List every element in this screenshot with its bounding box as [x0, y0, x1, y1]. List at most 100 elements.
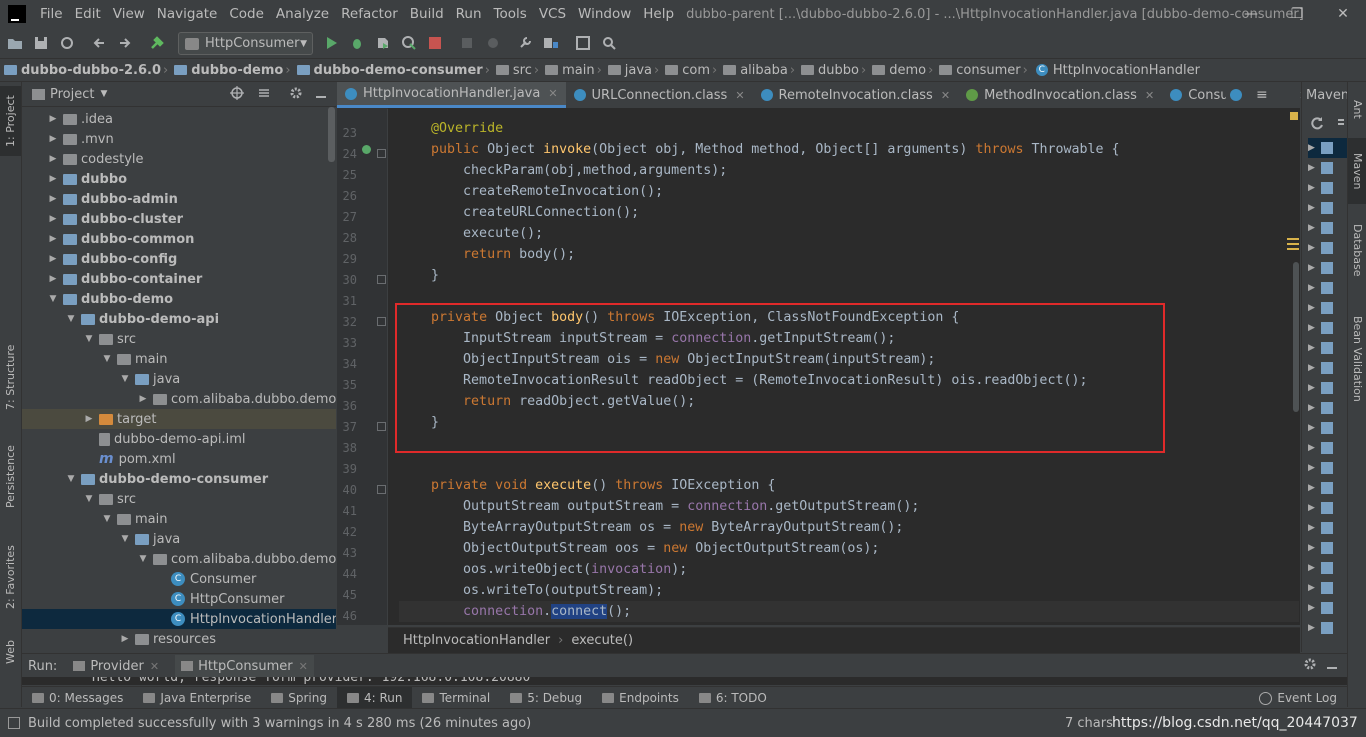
maven-tree-row[interactable]: ▶: [1308, 418, 1333, 438]
chevron-right-icon[interactable]: ▶: [48, 154, 58, 164]
back-icon[interactable]: [90, 34, 108, 52]
chevron-right-icon[interactable]: ▶: [1308, 383, 1315, 393]
editor-tab[interactable]: RemoteInvocation.class ✕: [753, 82, 959, 108]
wrench-settings-icon[interactable]: [516, 34, 534, 52]
fold-marker-icon[interactable]: [377, 485, 386, 494]
search-icon[interactable]: [600, 34, 618, 52]
chevron-right-icon[interactable]: ▶: [1308, 543, 1315, 553]
menu-item-edit[interactable]: Edit: [69, 6, 107, 22]
maven-tree-row[interactable]: ▶: [1308, 558, 1333, 578]
tool-tab-ant[interactable]: Ant: [1348, 86, 1366, 132]
tree-row[interactable]: ▼ main: [22, 349, 336, 369]
maven-tree-row[interactable]: ▶: [1308, 598, 1333, 618]
menu-item-navigate[interactable]: Navigate: [151, 6, 224, 22]
menu-item-tools[interactable]: Tools: [488, 6, 533, 22]
breadcrumb-item[interactable]: demo ›: [868, 63, 935, 78]
close-icon[interactable]: ✕: [150, 660, 159, 673]
tree-row[interactable]: ▼ src: [22, 489, 336, 509]
tree-row[interactable]: ▶ dubbo-config: [22, 249, 336, 269]
maven-tree-row[interactable]: ▶: [1308, 438, 1333, 458]
tree-scrollbar[interactable]: [328, 107, 335, 162]
maven-tree-row[interactable]: ▶: [1308, 498, 1333, 518]
close-icon[interactable]: ✕: [548, 87, 557, 100]
bottom-tab[interactable]: 0: Messages: [22, 687, 133, 709]
tree-row[interactable]: m pom.xml: [22, 449, 336, 469]
debug-icon[interactable]: [348, 34, 366, 52]
tool-tab-bean-validation[interactable]: Bean Validation: [1348, 304, 1366, 414]
tree-row[interactable]: ▼ main: [22, 509, 336, 529]
breadcrumb-item[interactable]: dubbo-demo ›: [170, 63, 292, 78]
tree-row[interactable]: ▼ dubbo-demo-api: [22, 309, 336, 329]
maven-tree-row[interactable]: ▶: [1308, 478, 1333, 498]
gear-icon[interactable]: [289, 86, 303, 104]
breadcrumb-item[interactable]: main ›: [541, 63, 604, 78]
chevron-down-icon[interactable]: ▼: [66, 314, 76, 324]
bottom-tab[interactable]: 6: TODO: [689, 687, 777, 709]
tree-row[interactable]: ▼ java: [22, 369, 336, 389]
tree-row[interactable]: ▼ com.alibaba.dubbo.demo.co: [22, 549, 336, 569]
fold-marker-icon[interactable]: [377, 149, 386, 158]
run-icon[interactable]: [322, 34, 340, 52]
tree-row[interactable]: ▶ codestyle: [22, 149, 336, 169]
chevron-right-icon[interactable]: ▶: [1308, 343, 1315, 353]
tree-row[interactable]: ▼ dubbo-demo: [22, 289, 336, 309]
tree-row[interactable]: ▶ target: [22, 409, 336, 429]
chevron-right-icon[interactable]: ▶: [1308, 263, 1315, 273]
save-all-icon[interactable]: [32, 34, 50, 52]
chevron-down-icon[interactable]: ▼: [120, 534, 130, 544]
stop-icon[interactable]: [426, 34, 444, 52]
editor-tab[interactable]: MethodInvocation.class ✕: [958, 82, 1162, 108]
tool-tab-persistence[interactable]: Persistence: [0, 432, 21, 522]
tree-row[interactable]: ▼ src: [22, 329, 336, 349]
bottom-tab[interactable]: Java Enterprise: [133, 687, 261, 709]
chevron-down-icon[interactable]: ▼: [66, 474, 76, 484]
bottom-tab[interactable]: Terminal: [412, 687, 500, 709]
chevron-right-icon[interactable]: ▶: [1308, 463, 1315, 473]
menu-item-vcs[interactable]: VCS: [533, 6, 572, 22]
maven-tree-row[interactable]: ▶: [1308, 218, 1333, 238]
fold-marker-icon[interactable]: [377, 275, 386, 284]
chevron-right-icon[interactable]: ▶: [1308, 143, 1315, 153]
close-button[interactable]: ✕: [1320, 0, 1366, 28]
maven-tree-row[interactable]: ▶: [1308, 338, 1333, 358]
fold-marker-icon[interactable]: [377, 422, 386, 431]
project-structure-icon[interactable]: [542, 34, 560, 52]
profile-icon[interactable]: [400, 34, 418, 52]
chevron-down-icon[interactable]: ▼: [84, 494, 94, 504]
chevron-right-icon[interactable]: ▶: [1308, 403, 1315, 413]
attach-debugger-icon[interactable]: [458, 34, 476, 52]
chevron-right-icon[interactable]: ▶: [1308, 323, 1315, 333]
editor-scrollbar[interactable]: [1293, 262, 1299, 412]
coverage-icon[interactable]: [374, 34, 392, 52]
chevron-right-icon[interactable]: ▶: [84, 414, 94, 424]
tool-tab-maven[interactable]: Maven: [1348, 138, 1366, 204]
hide-panel-icon[interactable]: [1325, 657, 1339, 675]
maven-tree-row[interactable]: ▶: [1308, 398, 1333, 418]
maven-tree-row[interactable]: ▶: [1308, 198, 1333, 218]
gear-icon[interactable]: [1303, 657, 1317, 675]
menu-item-build[interactable]: Build: [404, 6, 450, 22]
chevron-right-icon[interactable]: ▶: [1308, 223, 1315, 233]
close-icon[interactable]: ✕: [941, 89, 950, 102]
maven-tree-row[interactable]: ▶: [1308, 278, 1333, 298]
bottom-tab[interactable]: 4: Run: [336, 687, 413, 709]
maven-tree-row[interactable]: ▶: [1308, 518, 1333, 538]
editor-crumb-class[interactable]: HttpInvocationHandler: [403, 633, 550, 648]
maven-tree-row[interactable]: ▶: [1308, 358, 1333, 378]
close-icon[interactable]: ✕: [299, 660, 308, 673]
menu-item-help[interactable]: Help: [637, 6, 680, 22]
tree-row[interactable]: ▶ .idea: [22, 109, 336, 129]
chevron-down-icon[interactable]: ▼: [138, 554, 148, 564]
project-view-label[interactable]: Project: [50, 87, 94, 102]
maven-tree-row[interactable]: ▶: [1308, 238, 1333, 258]
build-hammer-icon[interactable]: [148, 34, 166, 52]
bottom-tab[interactable]: Spring: [261, 687, 337, 709]
chevron-right-icon[interactable]: ▶: [1308, 483, 1315, 493]
chevron-right-icon[interactable]: ▶: [48, 254, 58, 264]
maximize-button[interactable]: ❐: [1274, 0, 1320, 28]
maven-tree-row[interactable]: ▶: [1308, 618, 1333, 638]
maven-tree-row[interactable]: ▶: [1308, 138, 1348, 158]
tool-tab-favorites[interactable]: 2: Favorites: [0, 532, 21, 622]
chevron-down-icon[interactable]: ▼: [100, 89, 107, 99]
breadcrumb-item[interactable]: src ›: [492, 63, 541, 78]
